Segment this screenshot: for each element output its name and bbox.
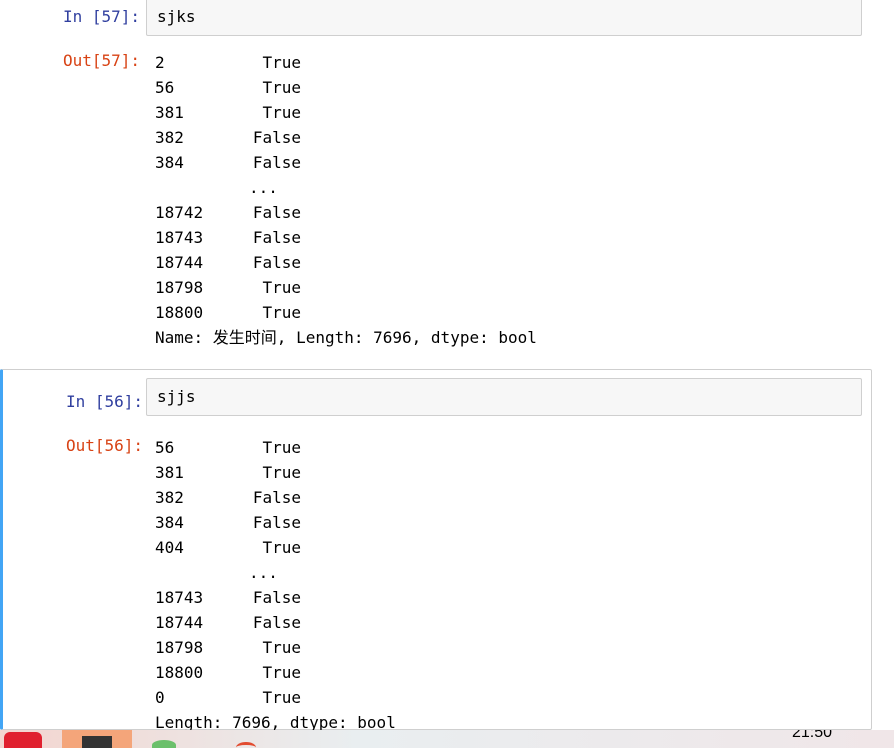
taskbar: 21:50 bbox=[0, 730, 894, 748]
output-row: 18744 False bbox=[155, 613, 301, 632]
app-icon[interactable] bbox=[152, 740, 176, 748]
output-row: 18798 True bbox=[155, 638, 301, 657]
code-input[interactable]: sjjs bbox=[146, 378, 862, 416]
output-row: 18743 False bbox=[155, 588, 301, 607]
output-row: 384 False bbox=[155, 513, 301, 532]
output-row: 56 True bbox=[155, 78, 301, 97]
output-row: 18742 False bbox=[155, 203, 301, 222]
notebook-cell-56[interactable]: In [56]: sjjs Out[56]: 56 True 381 True 38… bbox=[0, 369, 872, 732]
input-prompt: In [56]: bbox=[65, 392, 143, 411]
output-row: 18798 True bbox=[155, 278, 301, 297]
output-row: 0 True bbox=[155, 688, 301, 707]
output-row: 382 False bbox=[155, 488, 301, 507]
app-icon[interactable] bbox=[4, 732, 42, 748]
output-row: 18743 False bbox=[155, 228, 301, 247]
output-row: 2 True bbox=[155, 53, 301, 72]
output-area: 56 True 381 True 382 False 384 False 404 True… bbox=[155, 435, 396, 735]
output-row: 18744 False bbox=[155, 253, 301, 272]
output-ellipsis: ... bbox=[249, 178, 278, 197]
output-footer: Name: 发生时间, Length: 7696, dtype: bool bbox=[155, 328, 537, 347]
app-icon[interactable] bbox=[236, 742, 256, 748]
output-row: 56 True bbox=[155, 438, 301, 457]
input-prompt: In [57]: bbox=[62, 7, 140, 26]
app-icon bbox=[82, 736, 112, 748]
code-input[interactable]: sjks bbox=[146, 0, 862, 36]
output-ellipsis: ... bbox=[249, 563, 278, 582]
output-row: 18800 True bbox=[155, 303, 301, 322]
output-row: 384 False bbox=[155, 153, 301, 172]
output-row: 381 True bbox=[155, 103, 301, 122]
output-prompt: Out[56]: bbox=[65, 436, 143, 455]
output-row: 381 True bbox=[155, 463, 301, 482]
notebook-cell-57[interactable]: In [57]: sjks Out[57]: 2 True 56 True 381 T… bbox=[0, 0, 872, 360]
output-area: 2 True 56 True 381 True 382 False 384 False .… bbox=[155, 50, 537, 350]
taskbar-clock[interactable]: 21:50 bbox=[792, 730, 832, 742]
output-row: 18800 True bbox=[155, 663, 301, 682]
output-prompt: Out[57]: bbox=[62, 51, 140, 70]
active-app-button[interactable] bbox=[62, 730, 132, 748]
output-row: 382 False bbox=[155, 128, 301, 147]
output-row: 404 True bbox=[155, 538, 301, 557]
